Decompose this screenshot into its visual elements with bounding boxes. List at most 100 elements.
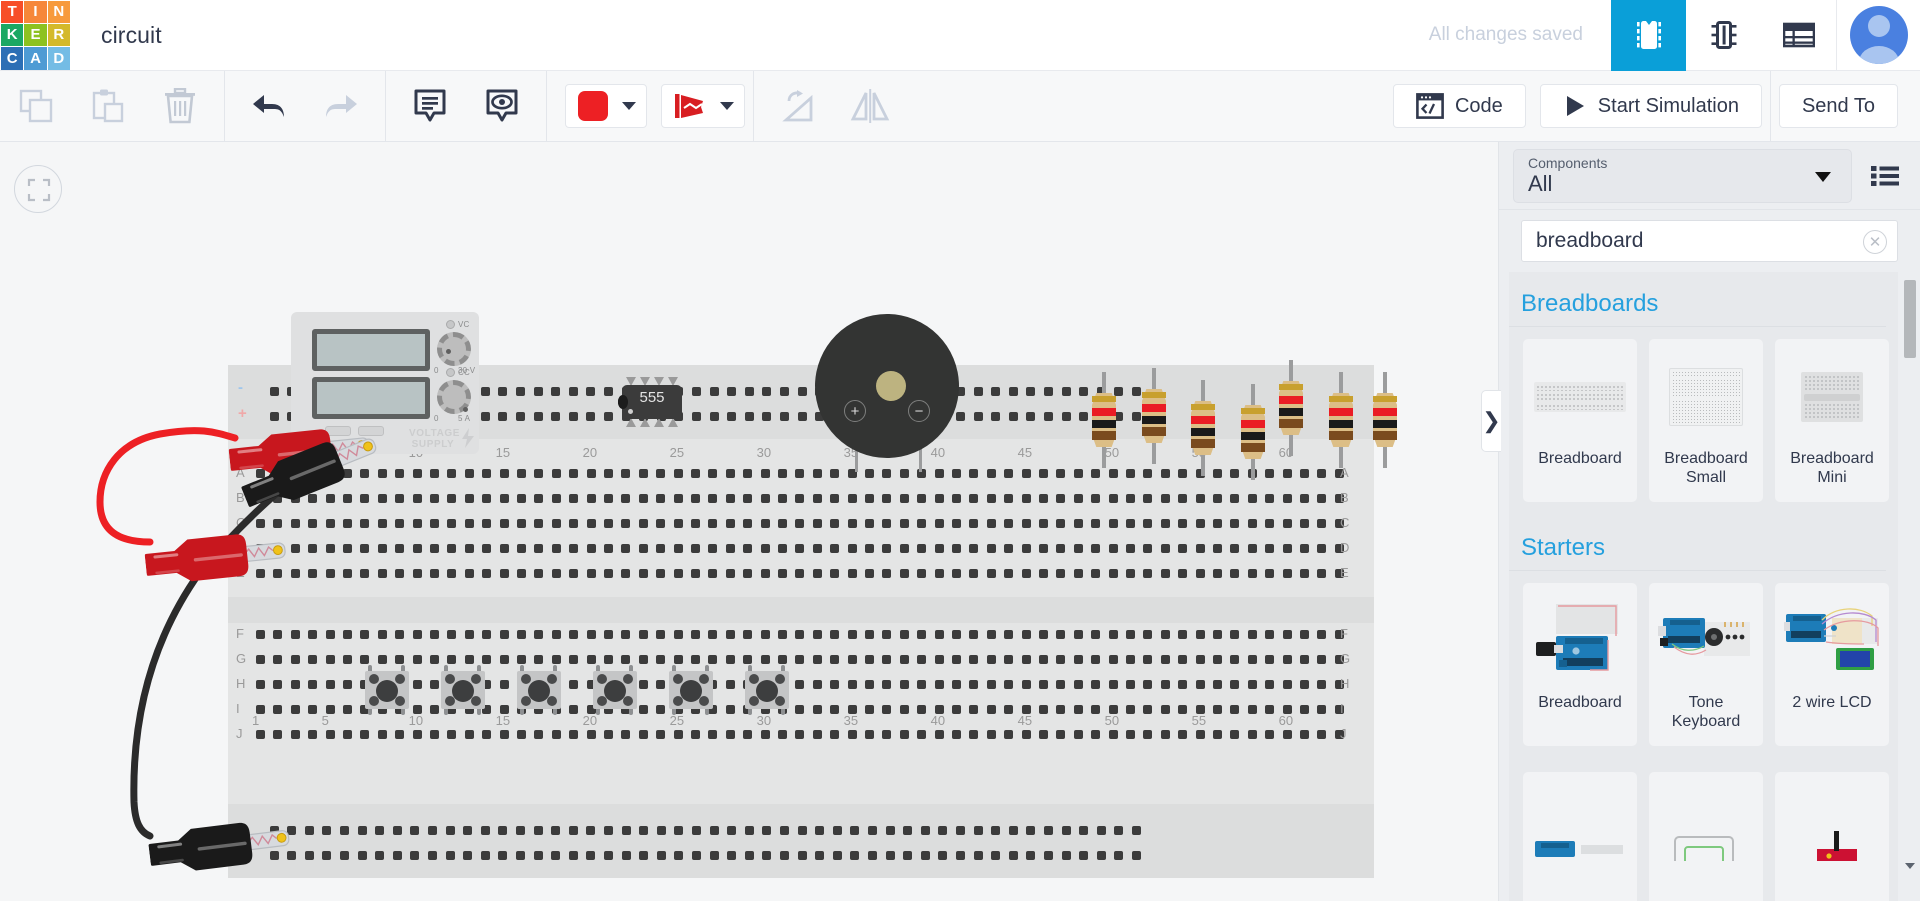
breadboard-hole[interactable] (778, 544, 787, 553)
sidebar-scroll-down-arrow[interactable] (1904, 859, 1916, 873)
breadboard-hole[interactable] (308, 730, 318, 739)
breadboard-hole[interactable] (882, 680, 892, 689)
rail-hole[interactable] (358, 826, 367, 835)
breadboard-hole[interactable] (1247, 680, 1257, 689)
breadboard-hole[interactable] (1073, 630, 1083, 639)
breadboard-hole[interactable] (1282, 494, 1292, 503)
breadboard-hole[interactable] (499, 680, 509, 689)
rail-hole[interactable] (779, 387, 789, 396)
breadboard-hole[interactable] (691, 569, 700, 578)
breadboard-hole[interactable] (882, 655, 892, 664)
rail-hole[interactable] (798, 826, 807, 835)
breadboard-hole[interactable] (1230, 544, 1240, 553)
breadboard-hole[interactable] (1282, 655, 1292, 664)
breadboard-hole[interactable] (673, 569, 683, 578)
rail-hole[interactable] (656, 826, 666, 835)
breadboard-hole[interactable] (534, 630, 544, 639)
breadboard-hole[interactable] (377, 519, 387, 528)
breadboard-hole[interactable] (1265, 630, 1275, 639)
breadboard-hole[interactable] (830, 630, 840, 639)
breadboard-hole[interactable] (430, 569, 439, 578)
breadboard-hole[interactable] (256, 730, 265, 739)
resistor[interactable] (1239, 384, 1267, 480)
breadboard-hole[interactable] (1282, 680, 1292, 689)
breadboard-hole[interactable] (638, 630, 648, 639)
breadboard-hole[interactable] (412, 655, 422, 664)
breadboard-hole[interactable] (395, 630, 405, 639)
breadboard-hole[interactable] (986, 544, 996, 553)
breadboard-hole[interactable] (395, 544, 405, 553)
breadboard-hole[interactable] (534, 655, 544, 664)
breadboard-hole[interactable] (708, 544, 718, 553)
tinkercad-logo[interactable]: TINKERCAD (0, 0, 71, 71)
breadboard-hole[interactable] (464, 519, 474, 528)
breadboard-hole[interactable] (952, 519, 961, 528)
ic-555-timer[interactable]: 555 (614, 377, 690, 427)
breadboard-hole[interactable] (1300, 730, 1309, 739)
breadboard-hole[interactable] (1178, 519, 1188, 528)
breadboard-hole[interactable] (1300, 655, 1309, 664)
breadboard-hole[interactable] (899, 544, 909, 553)
breadboard-hole[interactable] (447, 544, 457, 553)
breadboard-hole[interactable] (412, 569, 422, 578)
breadboard-hole[interactable] (273, 630, 283, 639)
rail-hole[interactable] (534, 851, 543, 860)
breadboard-hole[interactable] (551, 544, 561, 553)
breadboard-hole[interactable] (1195, 494, 1205, 503)
breadboard-hole[interactable] (1195, 680, 1205, 689)
breadboard-hole[interactable] (638, 494, 648, 503)
breadboard-hole[interactable] (934, 519, 944, 528)
rail-hole[interactable] (903, 851, 913, 860)
breadboard-hole[interactable] (882, 519, 892, 528)
breadboard-hole[interactable] (760, 630, 770, 639)
breadboard-hole[interactable] (1317, 469, 1327, 478)
breadboard-hole[interactable] (865, 569, 874, 578)
breadboard-hole[interactable] (308, 569, 318, 578)
breadboard-hole[interactable] (499, 630, 509, 639)
rail-hole[interactable] (974, 387, 983, 396)
breadboard-hole[interactable] (743, 519, 753, 528)
breadboard-hole[interactable] (865, 730, 874, 739)
breadboard-hole[interactable] (1265, 544, 1275, 553)
breadboard-hole[interactable] (778, 494, 787, 503)
breadboard-hole[interactable] (917, 630, 927, 639)
rail-hole[interactable] (1043, 826, 1053, 835)
rail-hole[interactable] (691, 851, 701, 860)
pushbutton-actuator[interactable] (452, 680, 474, 702)
rail-hole[interactable] (446, 851, 455, 860)
breadboard-hole[interactable] (638, 730, 648, 739)
rail-hole[interactable] (762, 851, 772, 860)
breadboard-hole[interactable] (1108, 680, 1118, 689)
breadboard-hole[interactable] (830, 705, 840, 714)
breadboard-hole[interactable] (725, 730, 735, 739)
breadboard-hole[interactable] (1160, 519, 1170, 528)
breadboard-hole[interactable] (952, 730, 961, 739)
breadboard-hole[interactable] (1143, 519, 1153, 528)
breadboard-hole[interactable] (969, 494, 979, 503)
breadboard-hole[interactable] (673, 544, 683, 553)
breadboard-hole[interactable] (1178, 705, 1188, 714)
breadboard-hole[interactable] (1021, 469, 1031, 478)
breadboard-hole[interactable] (1039, 519, 1048, 528)
breadboard-hole[interactable] (778, 469, 787, 478)
breadboard-hole[interactable] (778, 630, 787, 639)
rail-hole[interactable] (727, 851, 737, 860)
breadboard-hole[interactable] (1091, 630, 1101, 639)
rail-hole[interactable] (938, 851, 948, 860)
breadboard-hole[interactable] (899, 680, 909, 689)
breadboard-hole[interactable] (934, 569, 944, 578)
rail-hole[interactable] (674, 851, 684, 860)
breadboard-hole[interactable] (1230, 680, 1240, 689)
rail-hole[interactable] (639, 851, 649, 860)
breadboard-hole[interactable] (1230, 705, 1240, 714)
breadboard-hole[interactable] (377, 655, 387, 664)
breadboard-hole[interactable] (447, 630, 457, 639)
breadboard-hole[interactable] (743, 569, 753, 578)
breadboard-hole[interactable] (1265, 469, 1275, 478)
rail-hole[interactable] (1026, 851, 1036, 860)
breadboard-hole[interactable] (395, 730, 405, 739)
breadboard-hole[interactable] (1160, 569, 1170, 578)
breadboard-hole[interactable] (1160, 544, 1170, 553)
breadboard-hole[interactable] (551, 469, 561, 478)
rail-hole[interactable] (568, 826, 578, 835)
